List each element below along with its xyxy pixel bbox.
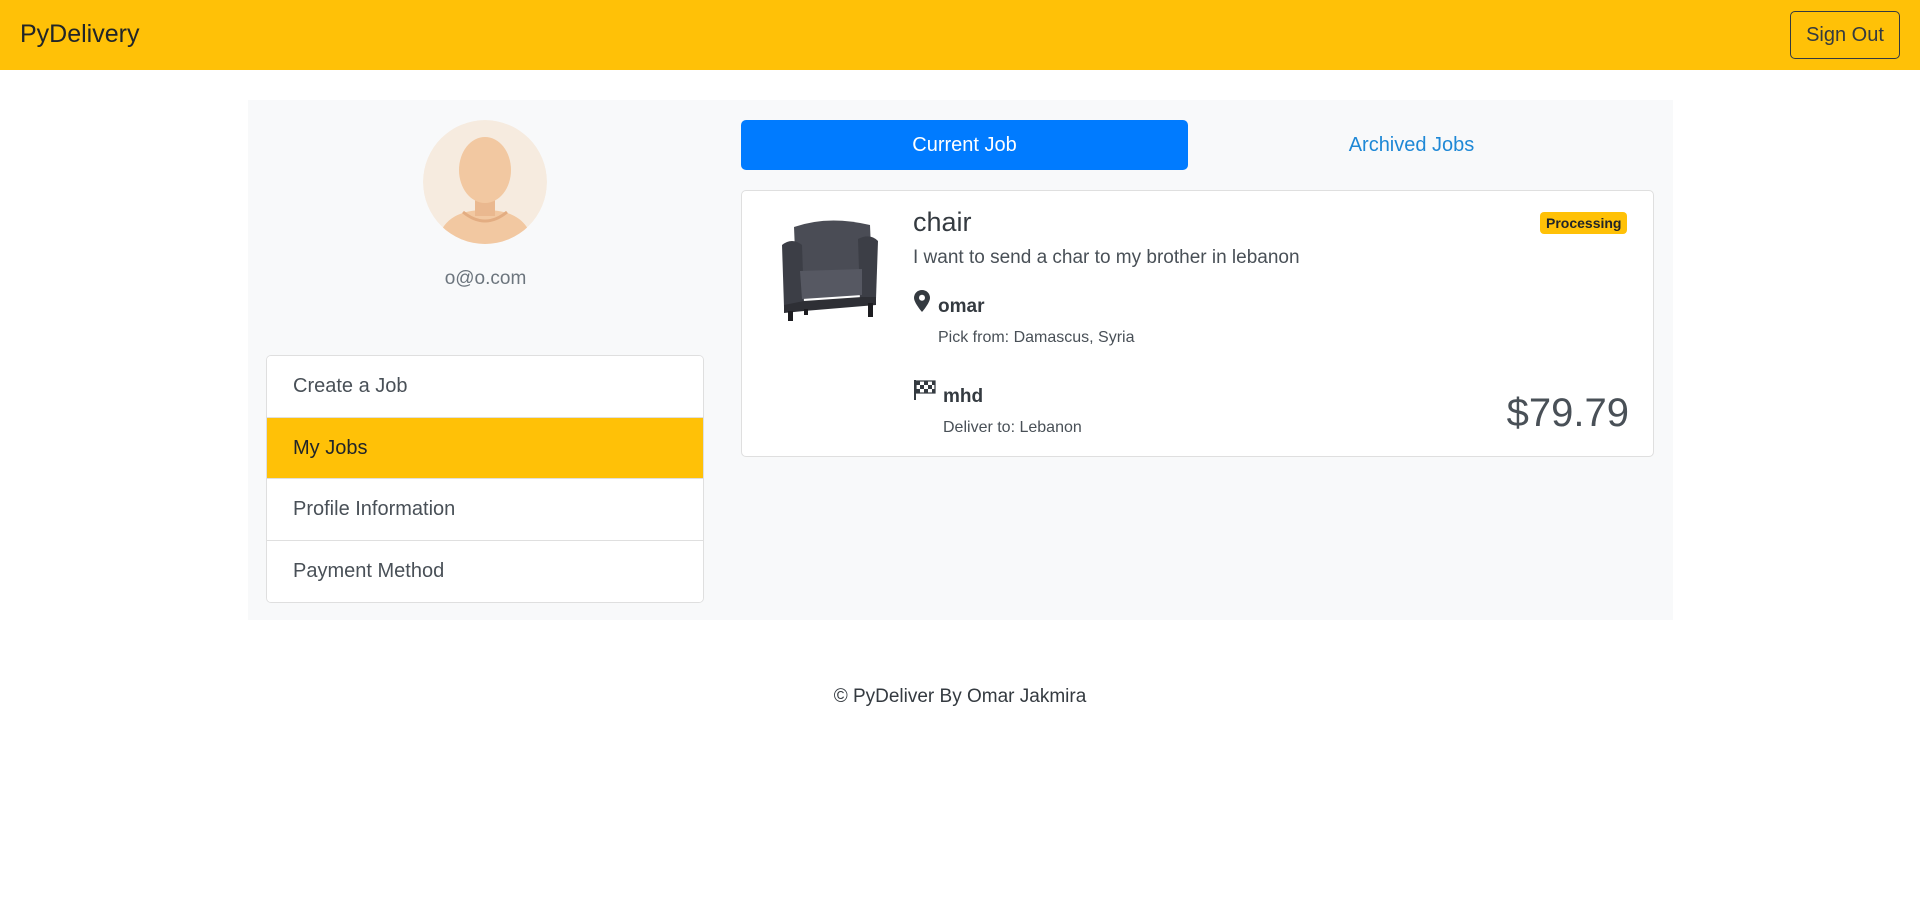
avatar-placeholder-icon xyxy=(423,120,547,244)
menu-item-profile-information[interactable]: Profile Information xyxy=(267,479,703,541)
user-email: o@o.com xyxy=(444,268,527,289)
top-navbar: PyDelivery Sign Out xyxy=(0,0,1920,70)
menu-item-create-job[interactable]: Create a Job xyxy=(267,356,703,418)
avatar xyxy=(423,120,547,244)
tab-archived-jobs[interactable]: Archived Jobs xyxy=(1188,120,1635,170)
armchair-icon xyxy=(782,220,878,321)
sign-out-button[interactable]: Sign Out xyxy=(1790,11,1900,59)
job-price: $79.79 xyxy=(1506,391,1629,435)
sidebar-menu: Create a Job My Jobs Profile Information… xyxy=(266,355,704,603)
footer-copyright: © PyDeliver By Omar Jakmira xyxy=(833,686,1087,707)
status-badge: Processing xyxy=(1540,212,1628,234)
pickup-address: Pick from: Damascus, Syria xyxy=(938,329,1135,346)
delivery-contact-name: mhd xyxy=(943,386,984,407)
delivery-address: Deliver to: Lebanon xyxy=(943,419,1082,436)
brand-logo[interactable]: PyDelivery xyxy=(20,20,139,49)
pickup-contact-name: omar xyxy=(938,296,985,317)
dashboard-panel: o@o.com Create a Job My Jobs Profile Inf… xyxy=(248,100,1673,620)
map-pin-icon xyxy=(914,290,930,312)
menu-item-my-jobs[interactable]: My Jobs xyxy=(267,417,703,479)
job-card: chair I want to send a char to my brothe… xyxy=(741,190,1654,457)
menu-item-payment-method[interactable]: Payment Method xyxy=(267,540,703,602)
tab-current-job[interactable]: Current Job xyxy=(741,120,1188,170)
checkered-flag-icon xyxy=(914,380,936,400)
job-title: chair xyxy=(913,207,972,237)
job-item-image xyxy=(774,211,882,323)
job-description: I want to send a char to my brother in l… xyxy=(913,247,1300,268)
